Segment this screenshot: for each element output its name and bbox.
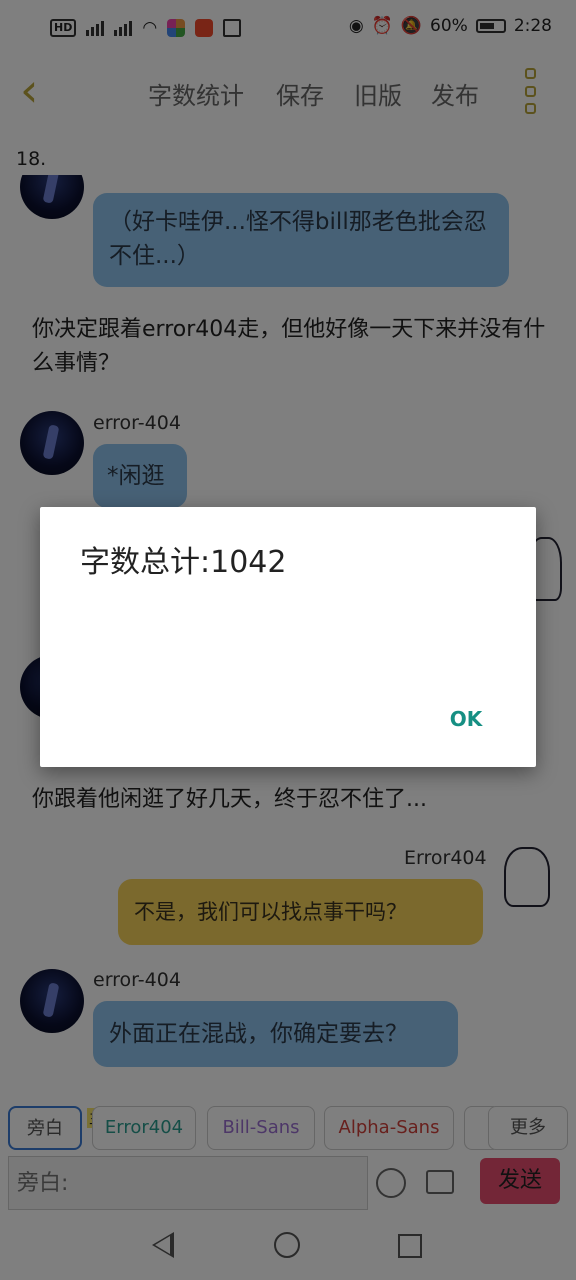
dialog-message: 字数总计:1042 — [80, 545, 287, 580]
word-count-dialog: 字数总计:1042 OK — [40, 507, 536, 767]
ok-button[interactable]: OK — [436, 699, 496, 739]
